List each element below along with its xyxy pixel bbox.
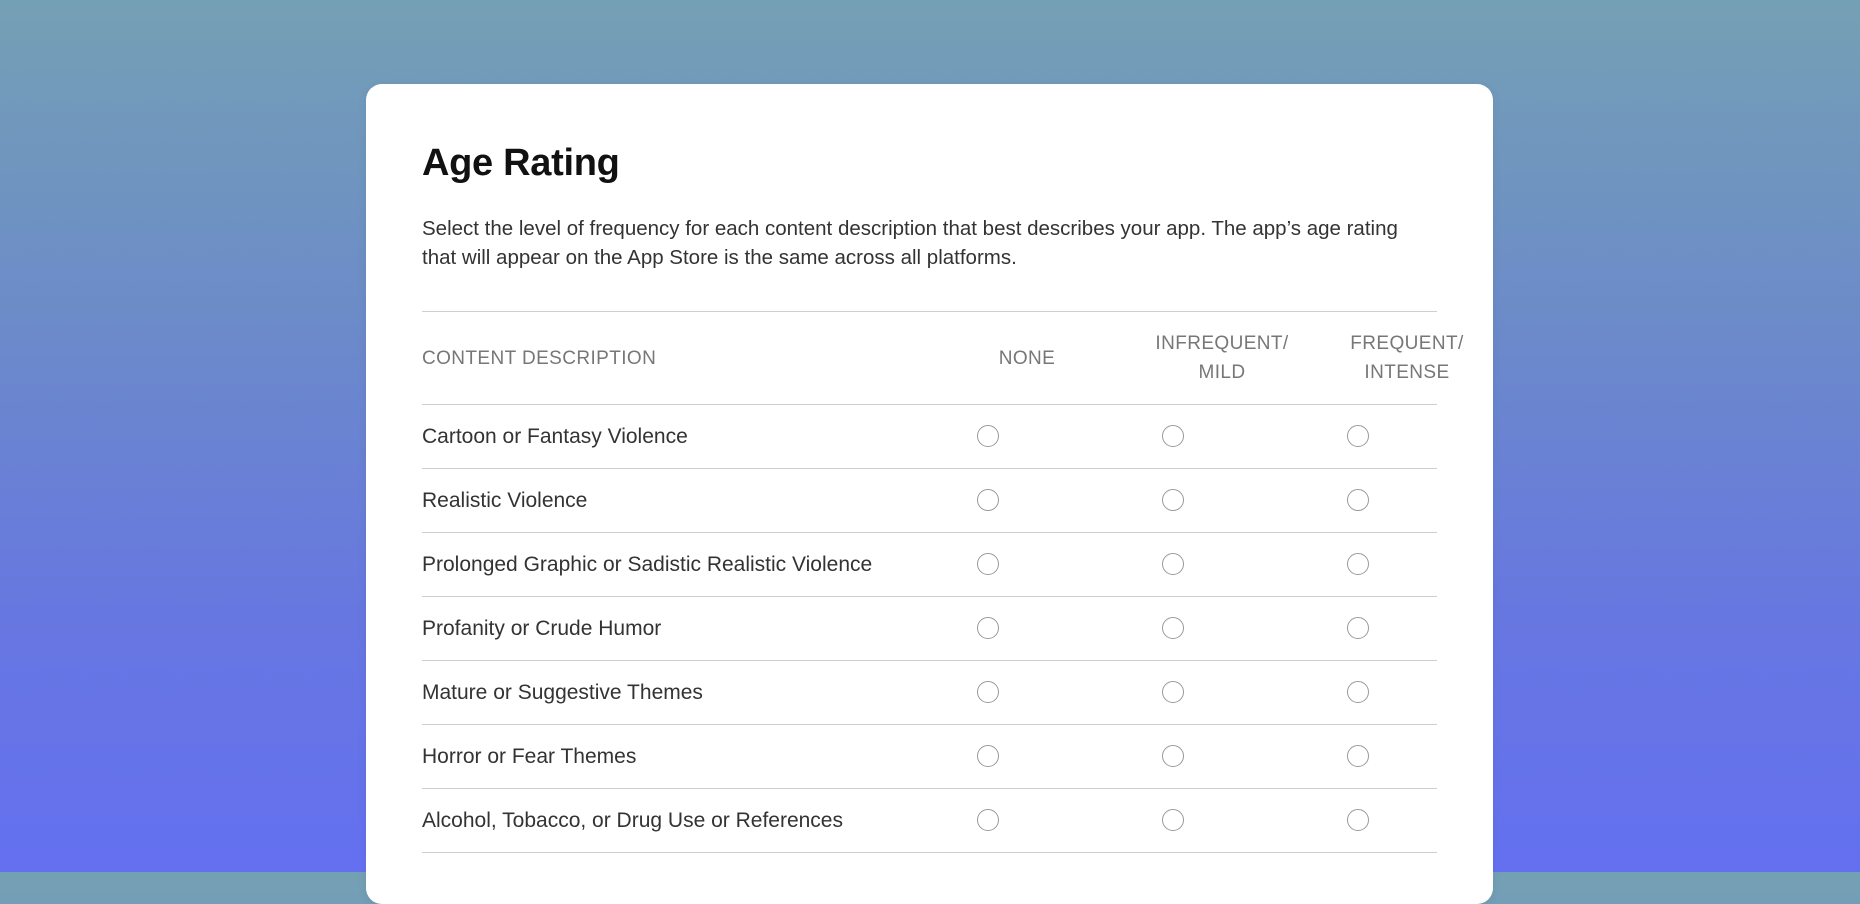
page-description: Select the level of frequency for each c… — [422, 217, 1398, 269]
row-label: Prolonged Graphic or Sadistic Realistic … — [422, 552, 873, 576]
content-rating-table: CONTENT DESCRIPTION NONE INFREQUENT/ MIL… — [422, 311, 1463, 853]
radio-none[interactable] — [977, 681, 999, 703]
radio-frequent-intense[interactable] — [1347, 681, 1369, 703]
table-row: Alcohol, Tobacco, or Drug Use or Referen… — [422, 789, 1437, 853]
page-title: Age Rating — [422, 142, 620, 184]
radio-infrequent-mild[interactable] — [1162, 809, 1184, 831]
table-row: Profanity or Crude Humor — [422, 597, 1437, 661]
row-label: Realistic Violence — [422, 488, 588, 512]
radio-none[interactable] — [977, 745, 999, 767]
table-row: Cartoon or Fantasy Violence — [422, 405, 1437, 469]
table-row: Prolonged Graphic or Sadistic Realistic … — [422, 533, 1437, 597]
row-label: Cartoon or Fantasy Violence — [422, 424, 688, 448]
header-frequent-intense-label: FREQUENT/ INTENSE — [1350, 333, 1464, 383]
row-label: Mature or Suggestive Themes — [422, 680, 703, 704]
radio-none[interactable] — [977, 617, 999, 639]
age-rating-card: Age Rating Select the level of frequency… — [366, 84, 1493, 904]
radio-frequent-intense[interactable] — [1347, 489, 1369, 511]
header-none-label: NONE — [998, 347, 1056, 369]
table-row: Horror or Fear Themes — [422, 725, 1437, 789]
radio-infrequent-mild[interactable] — [1162, 617, 1184, 639]
header-none: NONE — [967, 312, 1087, 404]
radio-frequent-intense[interactable] — [1347, 617, 1369, 639]
table-row: Mature or Suggestive Themes — [422, 661, 1437, 725]
row-label: Horror or Fear Themes — [422, 744, 637, 768]
radio-none[interactable] — [977, 809, 999, 831]
radio-frequent-intense[interactable] — [1347, 809, 1369, 831]
table-header-row: CONTENT DESCRIPTION NONE INFREQUENT/ MIL… — [422, 312, 1463, 405]
radio-frequent-intense[interactable] — [1347, 553, 1369, 575]
radio-frequent-intense[interactable] — [1347, 425, 1369, 447]
radio-none[interactable] — [977, 489, 999, 511]
header-content-description-label: CONTENT DESCRIPTION — [422, 347, 657, 369]
header-content-description: CONTENT DESCRIPTION — [422, 312, 656, 404]
radio-infrequent-mild[interactable] — [1162, 745, 1184, 767]
radio-infrequent-mild[interactable] — [1162, 553, 1184, 575]
radio-none[interactable] — [977, 425, 999, 447]
header-infrequent-mild: INFREQUENT/ MILD — [1147, 312, 1297, 404]
radio-none[interactable] — [977, 553, 999, 575]
radio-infrequent-mild[interactable] — [1162, 489, 1184, 511]
header-frequent-intense: FREQUENT/ INTENSE — [1332, 312, 1482, 404]
radio-frequent-intense[interactable] — [1347, 745, 1369, 767]
radio-infrequent-mild[interactable] — [1162, 425, 1184, 447]
radio-infrequent-mild[interactable] — [1162, 681, 1184, 703]
table-row: Realistic Violence — [422, 469, 1437, 533]
row-label: Profanity or Crude Humor — [422, 616, 662, 640]
row-label: Alcohol, Tobacco, or Drug Use or Referen… — [422, 808, 843, 832]
header-infrequent-mild-label: INFREQUENT/ MILD — [1155, 333, 1289, 383]
